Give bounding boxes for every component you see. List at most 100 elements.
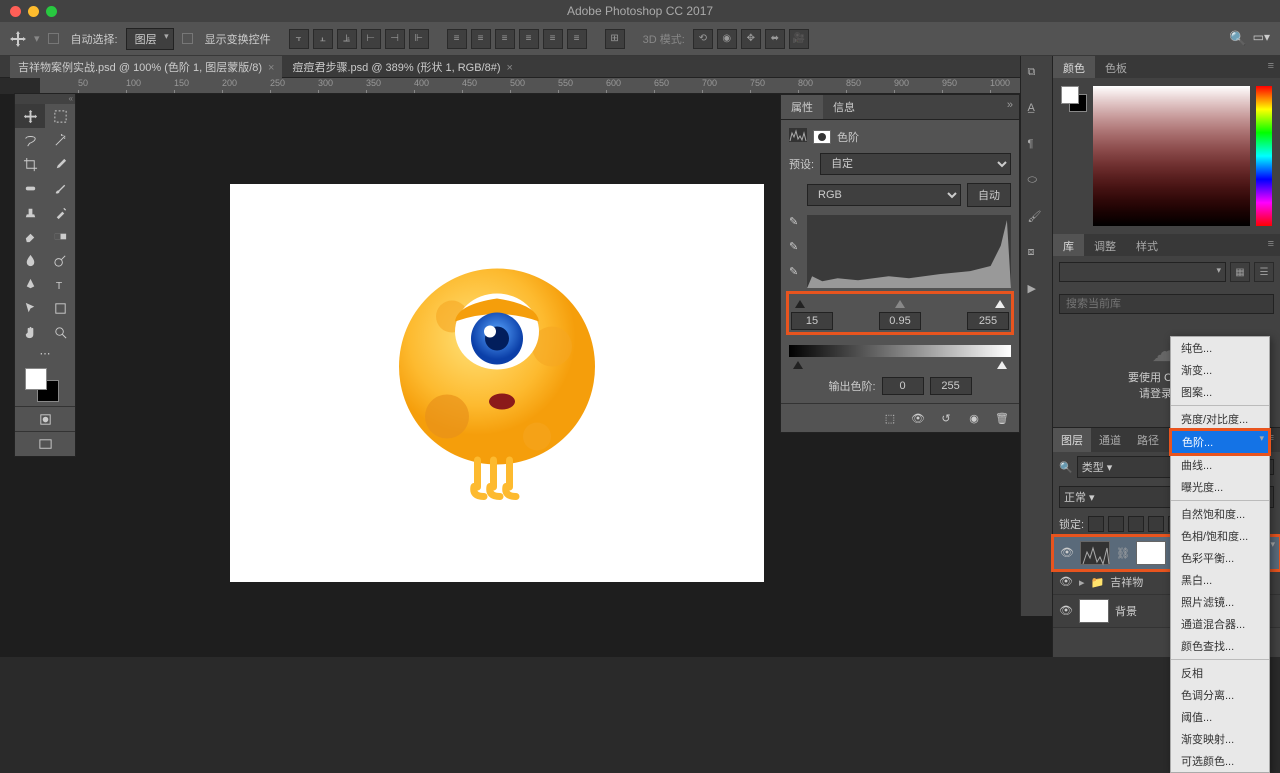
- quickmask-icon[interactable]: [15, 407, 75, 431]
- lock-position-icon[interactable]: [1128, 516, 1144, 532]
- align-top-icon[interactable]: ⫟: [289, 29, 309, 49]
- history-brush-tool[interactable]: [45, 200, 75, 224]
- menu-item[interactable]: 曲线...: [1171, 454, 1269, 476]
- menu-item[interactable]: 阈值...: [1171, 706, 1269, 728]
- output-gradient[interactable]: [789, 345, 1011, 357]
- align-bottom-icon[interactable]: ⫡: [337, 29, 357, 49]
- edit-toolbar[interactable]: ⋯: [15, 344, 75, 362]
- document-tab-1[interactable]: 吉祥物案例实战.psd @ 100% (色阶 1, 图层蒙版/8)×: [10, 56, 282, 78]
- distribute-right-icon[interactable]: ≡: [567, 29, 587, 49]
- close-tab-icon[interactable]: ×: [268, 62, 274, 74]
- paragraph-panel-icon[interactable]: ¶: [1028, 138, 1046, 156]
- layers-tab[interactable]: 图层: [1053, 428, 1091, 452]
- move-tool[interactable]: [15, 104, 45, 128]
- align-hcenter-icon[interactable]: ⊣: [385, 29, 405, 49]
- gradient-tool[interactable]: [45, 224, 75, 248]
- info-tab[interactable]: 信息: [823, 95, 865, 119]
- distribute-left-icon[interactable]: ≡: [519, 29, 539, 49]
- menu-item[interactable]: 色调分离...: [1171, 684, 1269, 706]
- black-slider[interactable]: [795, 300, 805, 308]
- menu-item[interactable]: 纯色...: [1171, 337, 1269, 359]
- histogram[interactable]: [807, 215, 1011, 287]
- view-previous-icon[interactable]: 👁: [909, 410, 927, 426]
- collapse-toolbox-icon[interactable]: «: [69, 94, 73, 104]
- close-tab-icon[interactable]: ×: [507, 62, 513, 74]
- lock-transparency-icon[interactable]: [1088, 516, 1104, 532]
- visibility-toggle-icon[interactable]: 👁: [1060, 546, 1074, 560]
- eyedropper-tool[interactable]: [45, 152, 75, 176]
- path-selection-tool[interactable]: [15, 296, 45, 320]
- magic-wand-tool[interactable]: [45, 128, 75, 152]
- filter-icon[interactable]: 🔍: [1059, 461, 1073, 474]
- output-white-field[interactable]: [930, 377, 972, 395]
- history-panel-icon[interactable]: ⧉: [1028, 66, 1046, 84]
- visibility-toggle-icon[interactable]: 👁: [1059, 604, 1073, 618]
- white-point-eyedropper-icon[interactable]: ✎: [789, 265, 798, 278]
- styles-tab[interactable]: 样式: [1126, 234, 1168, 256]
- menu-item[interactable]: 渐变映射...: [1171, 728, 1269, 750]
- channel-dropdown[interactable]: RGB: [807, 184, 961, 206]
- document-canvas[interactable]: [230, 184, 764, 582]
- distribute-top-icon[interactable]: ≡: [447, 29, 467, 49]
- document-tab-2[interactable]: 痘痘君步骤.psd @ 389% (形状 1, RGB/8#)×: [284, 56, 520, 78]
- 3d-zoom-icon[interactable]: 🎥: [789, 29, 809, 49]
- panel-menu-icon[interactable]: ≡: [1262, 56, 1280, 78]
- minimize-window-button[interactable]: [28, 6, 39, 17]
- menu-item[interactable]: 照片滤镜...: [1171, 591, 1269, 613]
- toggle-visibility-icon[interactable]: ◉: [965, 410, 983, 426]
- gray-point-eyedropper-icon[interactable]: ✎: [789, 240, 798, 253]
- filter-type-dropdown[interactable]: 类型 ▾: [1077, 456, 1174, 478]
- autoselect-checkbox[interactable]: [48, 33, 59, 44]
- layer-thumb[interactable]: [1079, 599, 1109, 623]
- dodge-tool[interactable]: [45, 248, 75, 272]
- reset-icon[interactable]: ↺: [937, 410, 955, 426]
- grid-view-icon[interactable]: ▦: [1230, 262, 1250, 282]
- brush-tool[interactable]: [45, 176, 75, 200]
- output-black-field[interactable]: [882, 377, 924, 395]
- input-white-field[interactable]: [967, 312, 1009, 330]
- list-view-icon[interactable]: ☰: [1254, 262, 1274, 282]
- link-icon[interactable]: ⛓: [1116, 547, 1130, 560]
- 3d-pan-icon[interactable]: ✥: [741, 29, 761, 49]
- healing-brush-tool[interactable]: [15, 176, 45, 200]
- 3d-slide-icon[interactable]: ⬌: [765, 29, 785, 49]
- menu-item[interactable]: 曝光度...: [1171, 476, 1269, 498]
- library-search-input[interactable]: [1059, 294, 1274, 314]
- black-point-eyedropper-icon[interactable]: ✎: [789, 215, 798, 228]
- lasso-tool[interactable]: [15, 128, 45, 152]
- white-slider[interactable]: [995, 300, 1005, 308]
- menu-item[interactable]: 渐变...: [1171, 359, 1269, 381]
- delete-adjustment-icon[interactable]: 🗑: [993, 410, 1011, 426]
- foreground-color[interactable]: [25, 368, 47, 390]
- paths-tab[interactable]: 路径: [1129, 428, 1167, 452]
- maximize-window-button[interactable]: [46, 6, 57, 17]
- brush-presets-icon[interactable]: 🖌: [1028, 210, 1046, 228]
- distribute-hcenter-icon[interactable]: ≡: [543, 29, 563, 49]
- move-tool-icon[interactable]: [10, 31, 26, 47]
- output-white-slider[interactable]: [997, 361, 1007, 369]
- 3d-orbit-icon[interactable]: ⟲: [693, 29, 713, 49]
- collapse-panel-icon[interactable]: »: [1001, 95, 1019, 119]
- clone-source-icon[interactable]: ⧈: [1028, 246, 1046, 264]
- properties-tab[interactable]: 属性: [781, 95, 823, 119]
- menu-item[interactable]: 色相/饱和度...: [1171, 525, 1269, 547]
- menu-item[interactable]: 图案...: [1171, 381, 1269, 403]
- adjustment-thumb[interactable]: [1080, 541, 1110, 565]
- workspace-switcher-icon[interactable]: ▭▾: [1253, 30, 1270, 47]
- panel-menu-icon[interactable]: ≡: [1262, 234, 1280, 256]
- search-icon[interactable]: 🔍: [1229, 30, 1246, 47]
- auto-button[interactable]: 自动: [967, 183, 1011, 207]
- input-mid-field[interactable]: [879, 312, 921, 330]
- adjustments-tab[interactable]: 调整: [1084, 234, 1126, 256]
- clip-to-layer-icon[interactable]: ⬚: [881, 410, 899, 426]
- layer-name[interactable]: 背景: [1115, 603, 1137, 619]
- character-panel-icon[interactable]: A̲: [1028, 102, 1046, 120]
- align-vcenter-icon[interactable]: ⫠: [313, 29, 333, 49]
- clone-stamp-tool[interactable]: [15, 200, 45, 224]
- align-right-icon[interactable]: ⊩: [409, 29, 429, 49]
- menu-item[interactable]: 颜色查找...: [1171, 635, 1269, 657]
- libraries-tab[interactable]: 库: [1053, 234, 1084, 256]
- align-left-icon[interactable]: ⊢: [361, 29, 381, 49]
- menu-item[interactable]: 可选颜色...: [1171, 750, 1269, 772]
- library-dropdown[interactable]: [1059, 262, 1226, 282]
